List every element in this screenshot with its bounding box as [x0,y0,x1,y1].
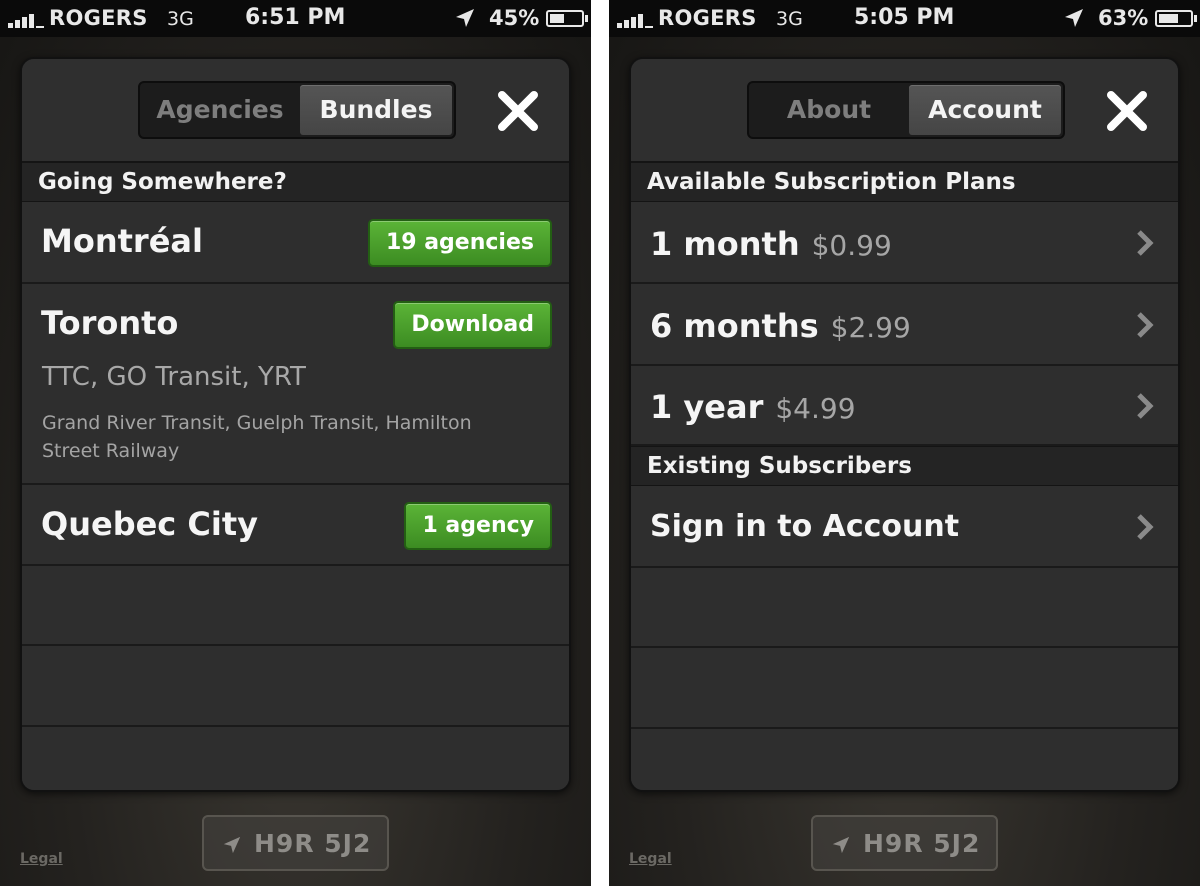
location-button[interactable]: H9R 5J2 [811,815,998,871]
sign-in-row[interactable]: Sign in to Account [631,486,1178,568]
right-screen: ROGERS 3G 5:05 PM 63% About Account Avai… [609,0,1200,886]
carrier-name: ROGERS [658,6,757,30]
section-header-subscription-plans: Available Subscription Plans [631,162,1178,202]
segmented-control: Agencies Bundles [138,81,456,139]
bundle-other-agencies: Grand River Transit, Guelph Transit, Ham… [42,412,472,462]
empty-row [631,568,1178,648]
agencies-button[interactable]: 1 agency [404,502,552,550]
status-bar: ROGERS 3G 6:51 PM 45% [0,0,591,37]
plan-row-6-months[interactable]: 6 months $2.99 [631,284,1178,366]
bundles-panel: Agencies Bundles Going Somewhere? Montré… [20,57,571,792]
status-time: 6:51 PM [245,5,346,30]
tab-about[interactable]: About [751,85,907,135]
postal-code: H9R 5J2 [863,829,981,858]
plan-row-1-month[interactable]: 1 month $0.99 [631,202,1178,284]
section-header-existing-subscribers: Existing Subscribers [631,446,1178,486]
plan-title: 6 months $2.99 [650,307,911,345]
location-button[interactable]: H9R 5J2 [202,815,389,871]
plan-duration: 6 months [650,307,819,345]
status-time: 5:05 PM [854,5,955,30]
empty-row [22,566,569,646]
bundle-row-montreal[interactable]: Montréal 19 agencies [22,202,569,284]
close-icon[interactable] [494,87,542,135]
bundle-row-quebec-city[interactable]: Quebec City 1 agency [22,485,569,566]
postal-code: H9R 5J2 [254,829,372,858]
download-button[interactable]: Download [393,301,552,349]
chevron-right-icon [1137,514,1154,540]
plan-title: 1 year $4.99 [650,388,856,426]
plan-price: $4.99 [775,392,856,425]
network-type: 3G [776,8,803,30]
battery-fill [550,14,564,23]
agencies-button[interactable]: 19 agencies [367,219,552,267]
location-arrow-icon [223,836,241,854]
chevron-right-icon [1137,393,1154,419]
plan-duration: 1 year [650,388,764,426]
battery-icon [546,10,588,27]
empty-row [22,728,569,790]
bundle-title: Quebec City [41,505,259,543]
status-bar: ROGERS 3G 5:05 PM 63% [609,0,1200,37]
signal-bars-icon [617,12,655,28]
close-icon[interactable] [1103,87,1151,135]
battery-percent: 63% [1098,6,1149,30]
bundle-main-agencies: TTC, GO Transit, YRT [42,362,306,392]
plan-row-1-year[interactable]: 1 year $4.99 [631,366,1178,446]
location-arrow-icon [832,836,850,854]
panel-header: Agencies Bundles [22,59,569,162]
network-type: 3G [167,8,194,30]
battery-fill [1159,14,1178,23]
plan-title: 1 month $0.99 [650,225,892,263]
bundle-title: Montréal [41,222,203,260]
bundle-row-toronto[interactable]: Toronto Download TTC, GO Transit, YRT Gr… [22,284,569,485]
legal-link[interactable]: Legal [629,851,672,867]
segmented-control: About Account [747,81,1065,139]
tab-account[interactable]: Account [909,85,1061,135]
sign-in-label: Sign in to Account [650,509,960,544]
chevron-right-icon [1137,230,1154,256]
legal-link[interactable]: Legal [20,851,63,867]
plan-price: $2.99 [830,311,911,344]
plan-duration: 1 month [650,225,800,263]
location-arrow-icon [1065,9,1083,27]
empty-row [631,730,1178,790]
empty-row [631,649,1178,729]
signal-bars-icon [8,12,46,28]
account-panel: About Account Available Subscription Pla… [629,57,1180,792]
location-arrow-icon [456,9,474,27]
empty-row [22,647,569,727]
bundle-title: Toronto [41,304,179,342]
tab-bundles[interactable]: Bundles [300,85,452,135]
carrier-name: ROGERS [49,6,148,30]
tab-agencies[interactable]: Agencies [142,85,298,135]
section-header-going-somewhere: Going Somewhere? [22,162,569,202]
panel-header: About Account [631,59,1178,162]
plan-price: $0.99 [811,229,892,262]
chevron-right-icon [1137,312,1154,338]
left-screen: ROGERS 3G 6:51 PM 45% Agencies Bundles G… [0,0,591,886]
battery-icon [1155,10,1197,27]
battery-percent: 45% [489,6,540,30]
